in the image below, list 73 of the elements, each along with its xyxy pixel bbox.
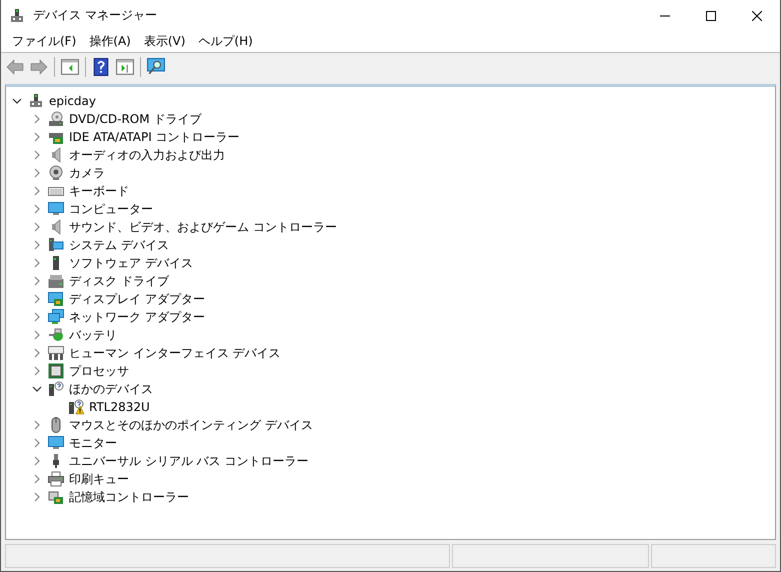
battery-plug-icon [48, 327, 64, 343]
tree-item[interactable]: キーボード [69, 182, 129, 200]
tree-item[interactable]: ユニバーサル シリアル バス コントローラー [69, 452, 308, 470]
system-device-icon [48, 237, 64, 253]
expand-chevron-icon[interactable] [32, 456, 42, 466]
expand-chevron-icon[interactable] [32, 222, 42, 232]
app-icon [9, 8, 25, 24]
tree-item[interactable]: 記憶域コントローラー [69, 488, 189, 506]
expand-chevron-icon[interactable] [32, 348, 42, 358]
expand-chevron-icon[interactable] [32, 276, 42, 286]
tree-item[interactable]: システム デバイス [69, 236, 169, 254]
tree-item[interactable]: RTL2832U [89, 400, 150, 414]
help-icon[interactable] [92, 58, 110, 76]
close-icon[interactable] [752, 10, 762, 20]
monitor-search-icon[interactable] [147, 58, 165, 76]
expand-chevron-icon[interactable] [32, 438, 42, 448]
expand-chevron-icon[interactable] [32, 168, 42, 178]
expand-chevron-icon[interactable] [32, 474, 42, 484]
expand-chevron-icon[interactable] [32, 330, 42, 340]
menu-item[interactable]: ヘルプ(H) [191, 33, 259, 50]
panel-toggle-icon[interactable] [116, 58, 134, 76]
expand-chevron-icon[interactable] [32, 240, 42, 250]
storage-controller-icon [48, 489, 64, 505]
network-icon [48, 309, 64, 325]
tree-item[interactable]: カメラ [69, 164, 105, 182]
printer-icon [48, 471, 64, 487]
menu-item[interactable]: ファイル(F) [5, 33, 82, 50]
monitor-icon [48, 201, 64, 217]
window-title: デバイス マネージャー [33, 7, 158, 24]
tree-item[interactable]: オーディオの入力および出力 [69, 146, 225, 164]
expand-chevron-icon[interactable] [32, 492, 42, 502]
expand-chevron-icon[interactable] [32, 294, 42, 304]
tree-item[interactable]: IDE ATA/ATAPI コントローラー [69, 128, 240, 146]
tree-item[interactable]: モニター [69, 434, 117, 452]
expand-chevron-icon[interactable] [32, 204, 42, 214]
menu-item[interactable]: 表示(V) [136, 33, 192, 50]
expand-chevron-icon[interactable] [32, 150, 42, 160]
expand-chevron-icon[interactable] [32, 114, 42, 124]
tree-item[interactable]: ディスプレイ アダプター [69, 290, 205, 308]
collapse-chevron-icon[interactable] [12, 96, 22, 106]
monitor-icon [48, 435, 64, 451]
tree-item[interactable]: マウスとそのほかのポインティング デバイス [69, 416, 313, 434]
webcam-icon [48, 165, 64, 181]
minimize-icon[interactable] [660, 14, 670, 16]
tree-item[interactable]: DVD/CD-ROM ドライブ [69, 110, 202, 128]
tree-item[interactable]: ネットワーク アダプター [69, 308, 205, 326]
input-device-icon [48, 345, 64, 361]
tree-item[interactable]: ヒューマン インターフェイス デバイス [69, 344, 281, 362]
expand-chevron-icon[interactable] [32, 420, 42, 430]
tree-item[interactable]: プロセッサ [69, 362, 129, 380]
maximize-icon[interactable] [706, 10, 716, 20]
expand-chevron-icon[interactable] [32, 366, 42, 376]
tree-item[interactable]: サウンド、ビデオ、およびゲーム コントローラー [69, 218, 337, 236]
display-adapter-icon [48, 291, 64, 307]
tree-item[interactable]: ディスク ドライブ [69, 272, 169, 290]
expand-chevron-icon[interactable] [32, 132, 42, 142]
unknown-device-icon [48, 381, 64, 397]
disk-drive-icon [48, 273, 64, 289]
chip-icon [48, 363, 64, 379]
expand-chevron-icon[interactable] [32, 312, 42, 322]
tree-item[interactable]: ほかのデバイス [69, 380, 153, 398]
tree-item[interactable]: コンピューター [69, 200, 153, 218]
expand-chevron-icon[interactable] [32, 258, 42, 268]
panel-toggle-icon[interactable] [61, 58, 79, 76]
computer-icon [28, 93, 44, 109]
tree-item[interactable]: バッテリ [69, 326, 117, 344]
expand-chevron-icon[interactable] [32, 186, 42, 196]
tree-item[interactable]: ソフトウェア デバイス [69, 254, 193, 272]
tree-item[interactable]: epicday [49, 94, 96, 108]
collapse-chevron-icon[interactable] [32, 384, 42, 394]
tree-item[interactable]: 印刷キュー [69, 470, 129, 488]
disc-drive-icon [48, 111, 64, 127]
menu-item[interactable]: 操作(A) [82, 33, 137, 50]
